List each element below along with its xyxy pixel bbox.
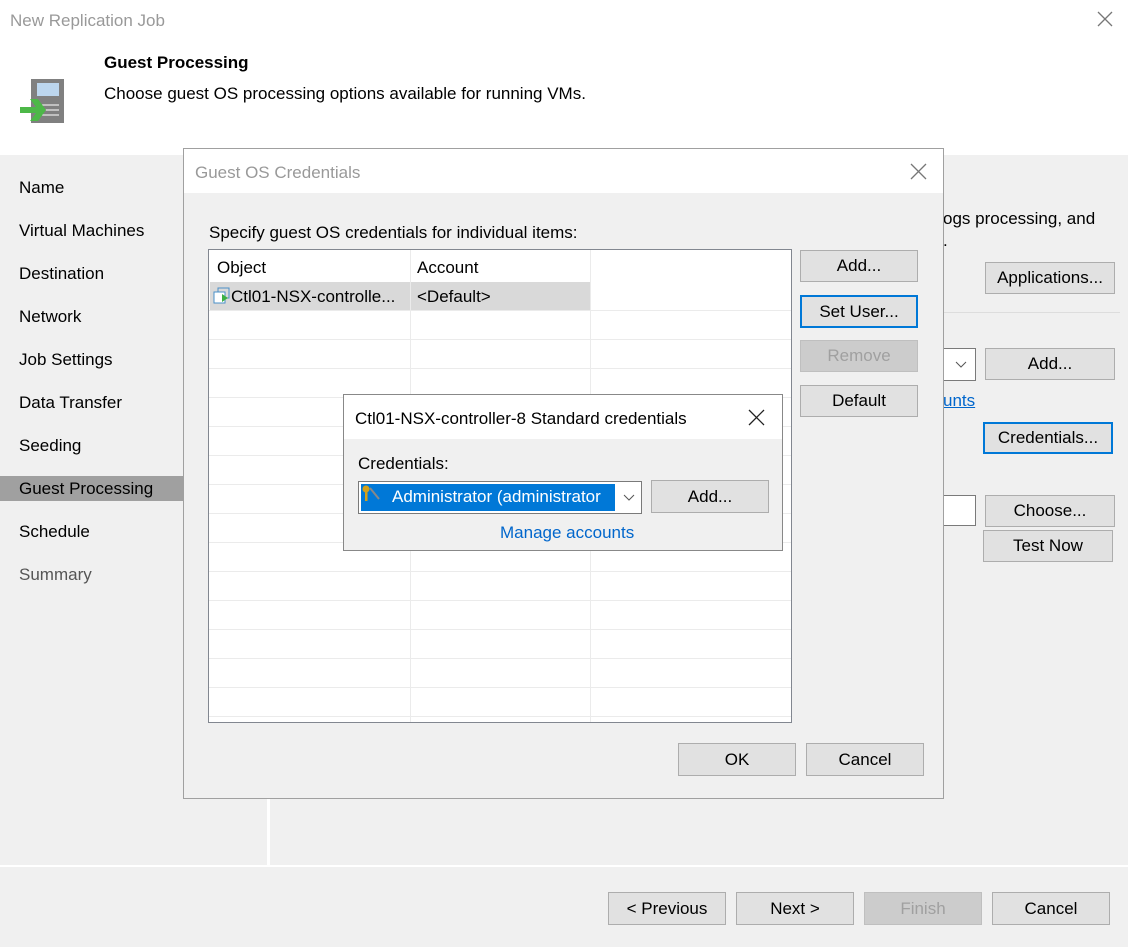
instruction-label: Specify guest OS credentials for individ… bbox=[209, 223, 578, 242]
table-row[interactable]: Ctl01-NSX-controlle... <Default> bbox=[209, 282, 591, 310]
row-divider bbox=[209, 658, 791, 659]
row-divider bbox=[209, 629, 791, 630]
remove-button: Remove bbox=[800, 340, 918, 372]
footer-divider bbox=[0, 865, 1128, 867]
section-separator bbox=[943, 312, 1120, 313]
close-icon[interactable] bbox=[746, 407, 768, 429]
manage-accounts-link[interactable]: unts bbox=[943, 391, 975, 411]
add-credentials-button[interactable]: Add... bbox=[985, 348, 1115, 380]
close-icon[interactable] bbox=[1094, 8, 1116, 30]
key-icon bbox=[362, 485, 380, 501]
row-divider bbox=[209, 310, 791, 311]
window-title: New Replication Job bbox=[10, 11, 165, 30]
finish-button: Finish bbox=[864, 892, 982, 925]
next-button[interactable]: Next > bbox=[736, 892, 854, 925]
page-subtitle: Choose guest OS processing options avail… bbox=[104, 84, 586, 103]
chevron-down-icon bbox=[623, 494, 635, 501]
sidebar-item-virtual-machines[interactable]: Virtual Machines bbox=[19, 221, 144, 241]
sidebar-item-guest-processing[interactable]: Guest Processing bbox=[19, 479, 153, 499]
credentials-label: Credentials: bbox=[358, 454, 449, 473]
add-account-button[interactable]: Add... bbox=[651, 480, 769, 513]
row-divider bbox=[209, 600, 791, 601]
sidebar-item-network[interactable]: Network bbox=[19, 307, 81, 327]
sidebar-item-data-transfer[interactable]: Data Transfer bbox=[19, 393, 122, 413]
row-divider bbox=[209, 339, 791, 340]
row-divider bbox=[209, 368, 791, 369]
dialog-title: Guest OS Credentials bbox=[195, 163, 361, 182]
credentials-dropdown[interactable]: Administrator (administrator bbox=[358, 481, 642, 514]
account-cell: <Default> bbox=[417, 287, 491, 306]
vm-icon bbox=[213, 287, 230, 304]
cancel-button[interactable]: Cancel bbox=[992, 892, 1110, 925]
chevron-down-icon bbox=[955, 361, 967, 368]
credentials-button[interactable]: Credentials... bbox=[983, 422, 1113, 454]
standard-credentials-dialog: Ctl01-NSX-controller-8 Standard credenti… bbox=[343, 394, 783, 551]
row-divider bbox=[209, 571, 791, 572]
sidebar-item-schedule[interactable]: Schedule bbox=[19, 522, 90, 542]
wizard-header bbox=[0, 0, 1128, 155]
add-button[interactable]: Add... bbox=[800, 250, 918, 282]
row-divider bbox=[209, 687, 791, 688]
guest-processing-icon bbox=[20, 78, 65, 124]
applications-button[interactable]: Applications... bbox=[985, 262, 1115, 294]
sidebar-item-summary: Summary bbox=[19, 565, 92, 584]
selected-credential: Administrator (administrator bbox=[392, 487, 601, 506]
choose-button[interactable]: Choose... bbox=[985, 495, 1115, 527]
row-divider bbox=[209, 716, 791, 717]
sidebar-item-name[interactable]: Name bbox=[19, 178, 64, 198]
default-button[interactable]: Default bbox=[800, 385, 918, 417]
dialog-title: Ctl01-NSX-controller-8 Standard credenti… bbox=[355, 409, 687, 428]
cancel-button[interactable]: Cancel bbox=[806, 743, 924, 776]
set-user-button[interactable]: Set User... bbox=[800, 295, 918, 328]
column-header-account[interactable]: Account bbox=[417, 258, 478, 278]
page-title: Guest Processing bbox=[104, 53, 249, 72]
ok-button[interactable]: OK bbox=[678, 743, 796, 776]
sidebar-item-seeding[interactable]: Seeding bbox=[19, 436, 81, 456]
sidebar-item-job-settings[interactable]: Job Settings bbox=[19, 350, 113, 370]
previous-button[interactable]: < Previous bbox=[608, 892, 726, 925]
sidebar-item-destination[interactable]: Destination bbox=[19, 264, 104, 284]
manage-accounts-link[interactable]: Manage accounts bbox=[500, 523, 634, 543]
description-text: ogs processing, and bbox=[943, 209, 1096, 228]
close-icon[interactable] bbox=[908, 161, 930, 183]
object-cell: Ctl01-NSX-controlle... bbox=[231, 287, 396, 306]
test-now-button[interactable]: Test Now bbox=[983, 530, 1113, 562]
column-header-object[interactable]: Object bbox=[217, 258, 266, 278]
